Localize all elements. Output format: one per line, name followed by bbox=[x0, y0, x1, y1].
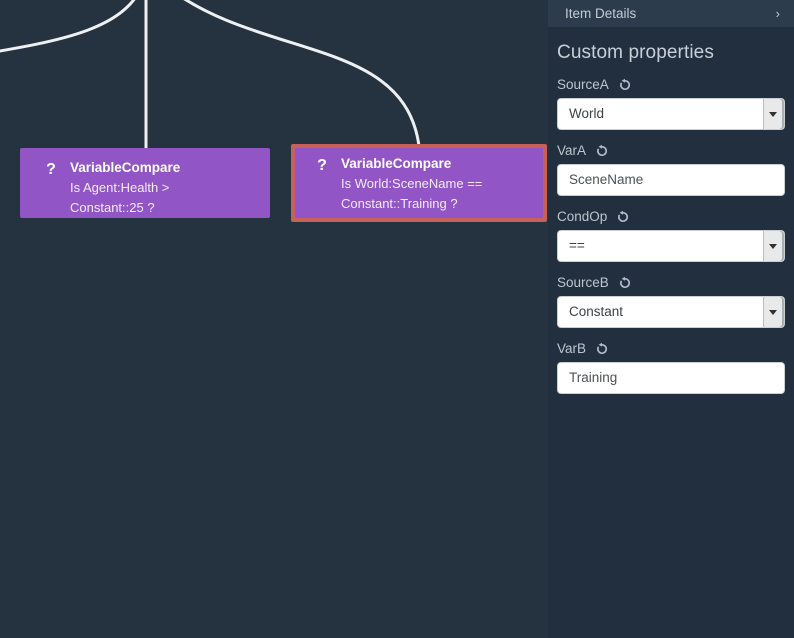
field-label: SourceB bbox=[557, 275, 609, 290]
panel-header[interactable]: Item Details › bbox=[548, 0, 794, 27]
reset-icon[interactable] bbox=[595, 342, 609, 356]
field-label: SourceA bbox=[557, 77, 609, 92]
select-value: Constant bbox=[569, 304, 624, 319]
panel-header-title: Item Details bbox=[565, 6, 637, 21]
node-body: VariableCompare Is Agent:Health > Constan… bbox=[70, 158, 258, 218]
field-label: VarB bbox=[557, 341, 587, 356]
custom-properties-fields: SourceA World VarA SceneName CondOp == SourceB… bbox=[557, 75, 785, 394]
field-varb: VarB Training bbox=[557, 339, 785, 394]
node-description: Is World:SceneName == Constant::Training… bbox=[341, 176, 483, 211]
input-varb[interactable]: Training bbox=[557, 362, 785, 394]
field-label-row: VarB bbox=[557, 339, 785, 358]
select-value: World bbox=[569, 106, 605, 121]
edge-to-selected-node bbox=[183, 0, 421, 148]
reset-icon[interactable] bbox=[618, 78, 632, 92]
select-condop[interactable]: == bbox=[557, 230, 785, 262]
field-label-row: SourceA bbox=[557, 75, 785, 94]
node-title: VariableCompare bbox=[341, 156, 452, 171]
edge-layer bbox=[0, 0, 421, 150]
field-label: CondOp bbox=[557, 209, 608, 224]
custom-properties-title: Custom properties bbox=[557, 42, 714, 63]
field-vara: VarA SceneName bbox=[557, 141, 785, 196]
input-vara[interactable]: SceneName bbox=[557, 164, 785, 196]
node-question-icon: ? bbox=[317, 157, 327, 174]
select-sourceb[interactable]: Constant bbox=[557, 296, 785, 328]
select-sourcea[interactable]: World bbox=[557, 98, 785, 130]
edge-outgoing-left bbox=[0, 0, 136, 53]
input-value: SceneName bbox=[569, 172, 644, 187]
field-label-row: CondOp bbox=[557, 207, 785, 226]
graph-canvas[interactable]: ? VariableCompare Is Agent:Health > Consta… bbox=[0, 0, 548, 638]
behavior-tree-editor: ? VariableCompare Is Agent:Health > Consta… bbox=[0, 0, 794, 638]
node-title: VariableCompare bbox=[70, 160, 181, 175]
node-variablecompare-health[interactable]: ? VariableCompare Is Agent:Health > Consta… bbox=[20, 148, 270, 218]
panel-body: Custom properties SourceA World VarA SceneN… bbox=[548, 27, 794, 394]
input-value: Training bbox=[569, 370, 618, 385]
reset-icon[interactable] bbox=[618, 276, 632, 290]
dropdown-arrow-icon[interactable] bbox=[763, 231, 784, 261]
field-sourcea: SourceA World bbox=[557, 75, 785, 130]
dropdown-arrow-icon[interactable] bbox=[763, 99, 784, 129]
reset-icon[interactable] bbox=[595, 144, 609, 158]
field-label: VarA bbox=[557, 143, 587, 158]
dropdown-arrow-icon[interactable] bbox=[763, 297, 784, 327]
select-value: == bbox=[569, 238, 585, 253]
chevron-right-icon[interactable]: › bbox=[776, 0, 780, 27]
node-variablecompare-scenename[interactable]: ? VariableCompare Is World:SceneName == Co… bbox=[291, 144, 547, 222]
field-sourceb: SourceB Constant bbox=[557, 273, 785, 328]
node-question-icon: ? bbox=[46, 161, 56, 178]
field-label-row: SourceB bbox=[557, 273, 785, 292]
node-description: Is Agent:Health > Constant::25 ? bbox=[70, 180, 170, 215]
node-body: VariableCompare Is World:SceneName == Con… bbox=[341, 154, 535, 214]
item-details-panel: Item Details › Custom properties SourceA… bbox=[548, 0, 794, 638]
field-condop: CondOp == bbox=[557, 207, 785, 262]
field-label-row: VarA bbox=[557, 141, 785, 160]
reset-icon[interactable] bbox=[616, 210, 630, 224]
